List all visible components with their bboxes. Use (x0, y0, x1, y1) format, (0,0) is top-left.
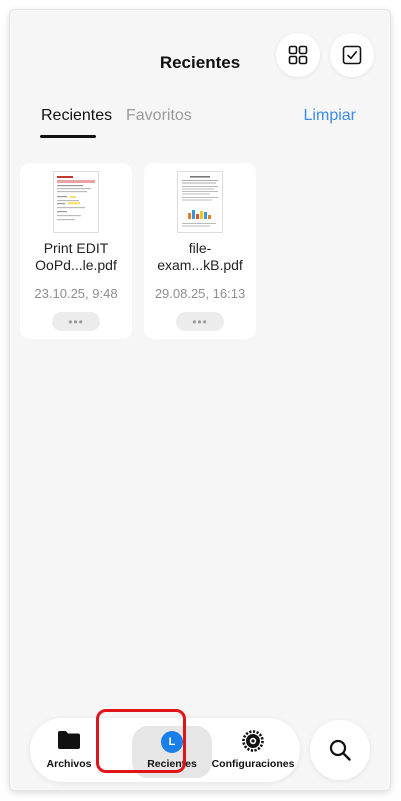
file-date: 23.10.25, 9:48 (34, 286, 118, 301)
app-window: Recientes Recientes Favoritos Limpiar Pr… (10, 10, 390, 790)
nav-configuraciones[interactable]: Configuraciones (206, 718, 300, 782)
grid-icon (288, 45, 308, 65)
file-name: file- exam...kB.pdf (157, 240, 243, 273)
checkbox-icon (342, 45, 362, 65)
file-thumbnail (178, 172, 222, 232)
select-button[interactable] (330, 33, 374, 77)
active-tab-indicator (40, 135, 96, 138)
nav-label: Configuraciones (211, 758, 295, 770)
file-card[interactable]: Print EDIT OoPd...le.pdf 23.10.25, 9:48 … (20, 163, 132, 339)
folder-icon (57, 730, 81, 755)
grid-view-button[interactable] (276, 33, 320, 77)
nav-label: Archivos (46, 758, 92, 770)
file-thumbnail (54, 172, 98, 232)
search-button[interactable] (310, 720, 370, 780)
tab-recientes[interactable]: Recientes (41, 107, 112, 125)
clear-button[interactable]: Limpiar (304, 107, 356, 125)
highlight-annotation (96, 709, 186, 773)
file-date: 29.08.25, 16:13 (154, 286, 246, 301)
gear-icon (241, 729, 265, 758)
more-options-button[interactable]: ••• (52, 312, 100, 331)
search-icon (329, 739, 351, 761)
more-options-button[interactable]: ••• (176, 312, 224, 331)
nav-archivos[interactable]: Archivos (36, 718, 102, 782)
tab-favoritos[interactable]: Favoritos (126, 107, 192, 125)
file-card[interactable]: file- exam...kB.pdf 29.08.25, 16:13 ••• (144, 163, 256, 339)
file-name: Print EDIT OoPd...le.pdf (35, 240, 117, 273)
